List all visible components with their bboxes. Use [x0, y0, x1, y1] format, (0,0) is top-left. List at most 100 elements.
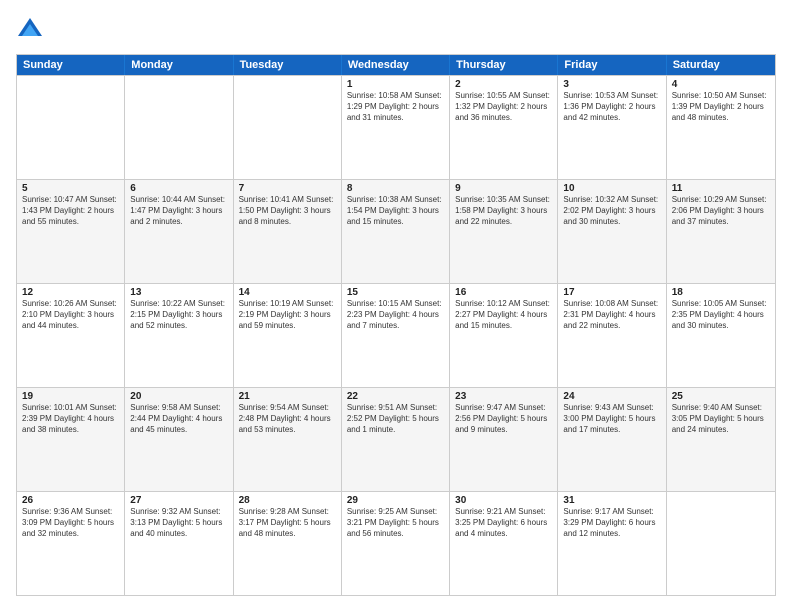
day-number: 28	[239, 495, 336, 506]
weekday-header: Wednesday	[342, 55, 450, 75]
calendar-row: 5Sunrise: 10:47 AM Sunset: 1:43 PM Dayli…	[17, 179, 775, 283]
day-number: 31	[563, 495, 660, 506]
day-number: 6	[130, 183, 227, 194]
calendar-cell: 12Sunrise: 10:26 AM Sunset: 2:10 PM Dayl…	[17, 284, 125, 387]
calendar-cell: 21Sunrise: 9:54 AM Sunset: 2:48 PM Dayli…	[234, 388, 342, 491]
calendar-cell: 28Sunrise: 9:28 AM Sunset: 3:17 PM Dayli…	[234, 492, 342, 595]
calendar-cell: 23Sunrise: 9:47 AM Sunset: 2:56 PM Dayli…	[450, 388, 558, 491]
cell-info: Sunrise: 10:55 AM Sunset: 1:32 PM Daylig…	[455, 91, 552, 123]
calendar-cell: 7Sunrise: 10:41 AM Sunset: 1:50 PM Dayli…	[234, 180, 342, 283]
cell-info: Sunrise: 9:47 AM Sunset: 2:56 PM Dayligh…	[455, 403, 552, 435]
calendar-row: 12Sunrise: 10:26 AM Sunset: 2:10 PM Dayl…	[17, 283, 775, 387]
calendar: SundayMondayTuesdayWednesdayThursdayFrid…	[16, 54, 776, 596]
day-number: 24	[563, 391, 660, 402]
calendar-body: 1Sunrise: 10:58 AM Sunset: 1:29 PM Dayli…	[17, 75, 775, 595]
day-number: 18	[672, 287, 770, 298]
day-number: 10	[563, 183, 660, 194]
day-number: 8	[347, 183, 444, 194]
cell-info: Sunrise: 10:08 AM Sunset: 2:31 PM Daylig…	[563, 299, 660, 331]
cell-info: Sunrise: 9:54 AM Sunset: 2:48 PM Dayligh…	[239, 403, 336, 435]
cell-info: Sunrise: 9:21 AM Sunset: 3:25 PM Dayligh…	[455, 507, 552, 539]
calendar-cell: 26Sunrise: 9:36 AM Sunset: 3:09 PM Dayli…	[17, 492, 125, 595]
calendar-cell: 31Sunrise: 9:17 AM Sunset: 3:29 PM Dayli…	[558, 492, 666, 595]
calendar-cell: 22Sunrise: 9:51 AM Sunset: 2:52 PM Dayli…	[342, 388, 450, 491]
calendar-cell: 25Sunrise: 9:40 AM Sunset: 3:05 PM Dayli…	[667, 388, 775, 491]
cell-info: Sunrise: 9:58 AM Sunset: 2:44 PM Dayligh…	[130, 403, 227, 435]
calendar-cell: 5Sunrise: 10:47 AM Sunset: 1:43 PM Dayli…	[17, 180, 125, 283]
calendar-cell: 9Sunrise: 10:35 AM Sunset: 1:58 PM Dayli…	[450, 180, 558, 283]
calendar-cell: 29Sunrise: 9:25 AM Sunset: 3:21 PM Dayli…	[342, 492, 450, 595]
cell-info: Sunrise: 10:05 AM Sunset: 2:35 PM Daylig…	[672, 299, 770, 331]
day-number: 20	[130, 391, 227, 402]
cell-info: Sunrise: 10:12 AM Sunset: 2:27 PM Daylig…	[455, 299, 552, 331]
cell-info: Sunrise: 10:26 AM Sunset: 2:10 PM Daylig…	[22, 299, 119, 331]
day-number: 16	[455, 287, 552, 298]
calendar-cell: 15Sunrise: 10:15 AM Sunset: 2:23 PM Dayl…	[342, 284, 450, 387]
calendar-row: 19Sunrise: 10:01 AM Sunset: 2:39 PM Dayl…	[17, 387, 775, 491]
calendar-cell: 8Sunrise: 10:38 AM Sunset: 1:54 PM Dayli…	[342, 180, 450, 283]
day-number: 15	[347, 287, 444, 298]
calendar-cell: 10Sunrise: 10:32 AM Sunset: 2:02 PM Dayl…	[558, 180, 666, 283]
day-number: 29	[347, 495, 444, 506]
day-number: 21	[239, 391, 336, 402]
calendar-cell: 17Sunrise: 10:08 AM Sunset: 2:31 PM Dayl…	[558, 284, 666, 387]
calendar-header: SundayMondayTuesdayWednesdayThursdayFrid…	[17, 55, 775, 75]
cell-info: Sunrise: 9:40 AM Sunset: 3:05 PM Dayligh…	[672, 403, 770, 435]
day-number: 30	[455, 495, 552, 506]
cell-info: Sunrise: 10:58 AM Sunset: 1:29 PM Daylig…	[347, 91, 444, 123]
cell-info: Sunrise: 9:25 AM Sunset: 3:21 PM Dayligh…	[347, 507, 444, 539]
cell-info: Sunrise: 9:32 AM Sunset: 3:13 PM Dayligh…	[130, 507, 227, 539]
cell-info: Sunrise: 10:50 AM Sunset: 1:39 PM Daylig…	[672, 91, 770, 123]
day-number: 1	[347, 79, 444, 90]
calendar-cell: 18Sunrise: 10:05 AM Sunset: 2:35 PM Dayl…	[667, 284, 775, 387]
page: SundayMondayTuesdayWednesdayThursdayFrid…	[0, 0, 792, 612]
day-number: 13	[130, 287, 227, 298]
logo-icon	[16, 16, 44, 44]
logo	[16, 16, 48, 44]
day-number: 25	[672, 391, 770, 402]
day-number: 22	[347, 391, 444, 402]
cell-info: Sunrise: 9:17 AM Sunset: 3:29 PM Dayligh…	[563, 507, 660, 539]
calendar-cell	[234, 76, 342, 179]
calendar-row: 1Sunrise: 10:58 AM Sunset: 1:29 PM Dayli…	[17, 75, 775, 179]
day-number: 14	[239, 287, 336, 298]
calendar-cell: 14Sunrise: 10:19 AM Sunset: 2:19 PM Dayl…	[234, 284, 342, 387]
cell-info: Sunrise: 10:32 AM Sunset: 2:02 PM Daylig…	[563, 195, 660, 227]
cell-info: Sunrise: 10:35 AM Sunset: 1:58 PM Daylig…	[455, 195, 552, 227]
calendar-row: 26Sunrise: 9:36 AM Sunset: 3:09 PM Dayli…	[17, 491, 775, 595]
day-number: 17	[563, 287, 660, 298]
calendar-cell: 4Sunrise: 10:50 AM Sunset: 1:39 PM Dayli…	[667, 76, 775, 179]
cell-info: Sunrise: 10:22 AM Sunset: 2:15 PM Daylig…	[130, 299, 227, 331]
weekday-header: Sunday	[17, 55, 125, 75]
calendar-cell	[667, 492, 775, 595]
day-number: 4	[672, 79, 770, 90]
cell-info: Sunrise: 9:51 AM Sunset: 2:52 PM Dayligh…	[347, 403, 444, 435]
calendar-cell: 30Sunrise: 9:21 AM Sunset: 3:25 PM Dayli…	[450, 492, 558, 595]
day-number: 9	[455, 183, 552, 194]
calendar-cell: 1Sunrise: 10:58 AM Sunset: 1:29 PM Dayli…	[342, 76, 450, 179]
day-number: 7	[239, 183, 336, 194]
day-number: 2	[455, 79, 552, 90]
cell-info: Sunrise: 10:19 AM Sunset: 2:19 PM Daylig…	[239, 299, 336, 331]
day-number: 3	[563, 79, 660, 90]
day-number: 26	[22, 495, 119, 506]
cell-info: Sunrise: 10:41 AM Sunset: 1:50 PM Daylig…	[239, 195, 336, 227]
header	[16, 16, 776, 44]
cell-info: Sunrise: 9:28 AM Sunset: 3:17 PM Dayligh…	[239, 507, 336, 539]
calendar-cell: 13Sunrise: 10:22 AM Sunset: 2:15 PM Dayl…	[125, 284, 233, 387]
cell-info: Sunrise: 10:29 AM Sunset: 2:06 PM Daylig…	[672, 195, 770, 227]
weekday-header: Thursday	[450, 55, 558, 75]
calendar-cell: 24Sunrise: 9:43 AM Sunset: 3:00 PM Dayli…	[558, 388, 666, 491]
cell-info: Sunrise: 10:44 AM Sunset: 1:47 PM Daylig…	[130, 195, 227, 227]
calendar-cell: 11Sunrise: 10:29 AM Sunset: 2:06 PM Dayl…	[667, 180, 775, 283]
calendar-cell: 19Sunrise: 10:01 AM Sunset: 2:39 PM Dayl…	[17, 388, 125, 491]
calendar-cell: 2Sunrise: 10:55 AM Sunset: 1:32 PM Dayli…	[450, 76, 558, 179]
calendar-cell: 20Sunrise: 9:58 AM Sunset: 2:44 PM Dayli…	[125, 388, 233, 491]
weekday-header: Monday	[125, 55, 233, 75]
weekday-header: Friday	[558, 55, 666, 75]
day-number: 19	[22, 391, 119, 402]
day-number: 23	[455, 391, 552, 402]
weekday-header: Saturday	[667, 55, 775, 75]
cell-info: Sunrise: 9:43 AM Sunset: 3:00 PM Dayligh…	[563, 403, 660, 435]
calendar-cell	[17, 76, 125, 179]
